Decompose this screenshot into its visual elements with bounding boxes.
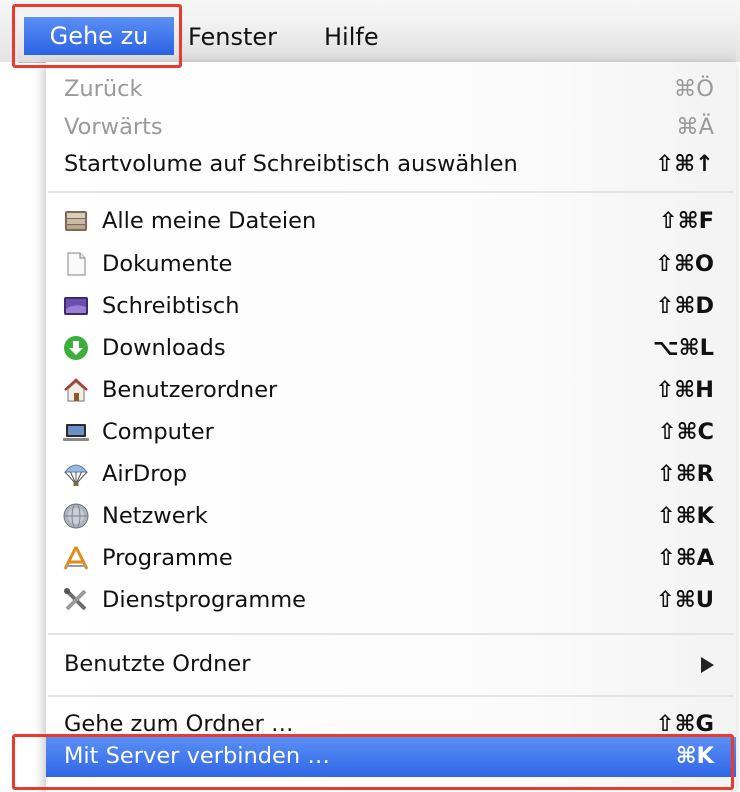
menu-item-label: AirDrop: [102, 461, 188, 487]
network-icon: [62, 502, 90, 530]
menu-item-label: Schreibtisch: [102, 293, 240, 319]
menu-item-label: Downloads: [102, 335, 226, 361]
menu-item-mit-server-verbinden[interactable]: Mit Server verbinden … ⌘K: [46, 737, 736, 777]
submenu-arrow-icon: [701, 657, 714, 673]
menu-item-label: Gehe zum Ordner …: [64, 711, 294, 735]
computer-icon: [62, 418, 90, 446]
menu-item-computer[interactable]: Computer ⇧⌘C: [46, 413, 736, 451]
menu-item-label: Zurück: [64, 76, 143, 102]
menu-item-airdrop[interactable]: AirDrop ⇧⌘R: [46, 455, 736, 493]
menu-item-shortcut: ⇧⌘H: [655, 377, 714, 403]
document-icon: [62, 250, 90, 278]
menu-item-shortcut: ⌘Ä: [676, 114, 714, 140]
menu-item-label: Benutzte Ordner: [64, 651, 251, 677]
menu-item-shortcut: ⇧⌘A: [656, 545, 714, 571]
downloads-icon: [62, 334, 90, 362]
menu-item-gehe-zum-ordner[interactable]: Gehe zum Ordner … ⇧⌘G: [46, 705, 736, 735]
menu-item-shortcut: ⇧⌘R: [656, 461, 714, 487]
menu-item-label: Computer: [102, 419, 214, 445]
menu-fenster[interactable]: Fenster: [178, 18, 287, 56]
airdrop-icon: [62, 460, 90, 488]
all-files-icon: [62, 207, 90, 235]
menu-item-shortcut: ⇧⌘U: [656, 587, 714, 613]
menu-item-label: Dienstprogramme: [102, 587, 307, 613]
menu-item-label: Alle meine Dateien: [102, 208, 317, 234]
utilities-icon: [62, 586, 90, 614]
menu-separator: [48, 695, 734, 697]
menu-item-shortcut: ⇧⌘D: [655, 293, 714, 319]
menu-item-shortcut: ⇧⌘G: [655, 711, 714, 735]
menu-item-label: Programme: [102, 545, 233, 571]
menu-item-schreibtisch[interactable]: Schreibtisch ⇧⌘D: [46, 287, 736, 325]
menu-item-shortcut: ⇧⌘F: [658, 208, 714, 234]
menu-item-shortcut: ⌘K: [675, 743, 714, 769]
menu-item-downloads[interactable]: Downloads ⌥⌘L: [46, 329, 736, 367]
menu-gehe-zu[interactable]: Gehe zu: [24, 17, 174, 55]
menu-item-netzwerk[interactable]: Netzwerk ⇧⌘K: [46, 497, 736, 535]
home-icon: [62, 376, 90, 404]
menu-item-alle-meine-dateien[interactable]: Alle meine Dateien ⇧⌘F: [46, 202, 736, 240]
menu-item-dienstprogramme[interactable]: Dienstprogramme ⇧⌘U: [46, 581, 736, 619]
menu-item-programme[interactable]: Programme ⇧⌘A: [46, 539, 736, 577]
menu-item-benutzte-ordner[interactable]: Benutzte Ordner: [46, 645, 736, 683]
menu-separator: [48, 191, 734, 193]
go-menu-dropdown: Zurück ⌘Ö Vorwärts ⌘Ä Startvolume auf Sc…: [46, 62, 736, 792]
menu-item-label: Startvolume auf Schreibtisch auswählen: [64, 151, 518, 177]
menu-item-startvolume[interactable]: Startvolume auf Schreibtisch auswählen ⇧…: [46, 145, 736, 183]
desktop-icon: [62, 292, 90, 320]
menu-item-label: Dokumente: [102, 251, 233, 277]
menu-separator: [48, 633, 734, 635]
menu-item-label: Netzwerk: [102, 503, 208, 529]
menu-item-shortcut: ⇧⌘↑: [655, 151, 714, 177]
menu-item-dokumente[interactable]: Dokumente ⇧⌘O: [46, 245, 736, 283]
menu-bar: Gehe zu Fenster Hilfe: [0, 0, 740, 63]
menu-item-label: Benutzerordner: [102, 377, 278, 403]
menu-item-label: Mit Server verbinden …: [64, 743, 330, 769]
menu-item-shortcut: ⇧⌘O: [655, 251, 714, 277]
applications-icon: [62, 544, 90, 572]
menu-item-label: Vorwärts: [64, 114, 163, 140]
menu-item-shortcut: ⌘Ö: [673, 76, 714, 102]
menu-hilfe[interactable]: Hilfe: [314, 18, 389, 56]
menu-item-vorwaerts[interactable]: Vorwärts ⌘Ä: [46, 108, 736, 146]
menu-item-shortcut: ⌥⌘L: [652, 335, 714, 361]
menu-item-shortcut: ⇧⌘K: [656, 503, 714, 529]
menu-item-benutzerordner[interactable]: Benutzerordner ⇧⌘H: [46, 371, 736, 409]
menu-item-shortcut: ⇧⌘C: [657, 419, 714, 445]
menu-item-zurueck[interactable]: Zurück ⌘Ö: [46, 70, 736, 108]
